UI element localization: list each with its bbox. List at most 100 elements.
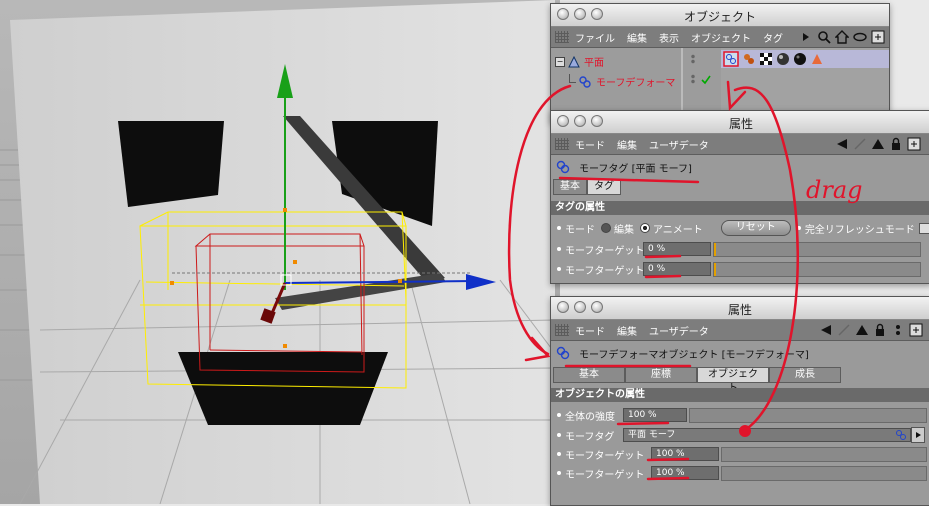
morph-target-2-label: モーフターゲット (565, 265, 645, 277)
tab-growth[interactable]: 成長 (769, 367, 841, 383)
menu-userdata[interactable]: ユーザデータ (649, 323, 709, 338)
strength-field[interactable]: 100 % (623, 408, 687, 422)
attr2-section-head: オブジェクトの属性 (551, 388, 929, 402)
menu-tag[interactable]: タグ (763, 30, 783, 45)
attr2-header: モーフデフォーマオブジェクト [モーフデフォーマ] (579, 349, 809, 361)
attr1-menubar: モード 編集 ユーザデータ (551, 134, 929, 155)
menu-mode[interactable]: モード (575, 137, 605, 152)
settings-icon[interactable] (891, 323, 905, 337)
new-panel-icon[interactable] (909, 323, 923, 337)
menu-edit[interactable]: 編集 (617, 323, 637, 338)
link-icon[interactable] (895, 429, 907, 441)
object-manager-title: オブジェクト (683, 10, 756, 24)
bullet-dot (557, 413, 561, 417)
morph-target-2-slider[interactable] (713, 261, 921, 277)
menu-edit[interactable]: 編集 (617, 137, 637, 152)
reset-button[interactable]: リセット (720, 220, 791, 236)
target-1-slider[interactable] (721, 446, 927, 462)
attr1-tabs: 基本 タグ (551, 179, 929, 195)
target-2-row: モーフターゲット 100 % (551, 465, 929, 481)
mode-edit-label: 編集 (614, 224, 634, 236)
sphere-dark-icon[interactable] (793, 52, 807, 66)
object-manager-window: オブジェクト ファイル 編集 表示 オブジェクト タグ − 平面 モーフデフォー… (550, 3, 890, 123)
search-icon[interactable] (817, 30, 831, 44)
morph-tag-icon[interactable] (723, 51, 739, 67)
bullet-dot (557, 247, 561, 251)
menu-object[interactable]: オブジェクト (691, 30, 751, 45)
strength-slider[interactable] (689, 407, 927, 423)
pen-icon[interactable] (837, 323, 851, 337)
target-2-field[interactable]: 100 % (651, 466, 719, 480)
tree-item-morph-deformer[interactable]: モーフデフォーマ (569, 74, 675, 89)
back-arrow-icon[interactable] (819, 323, 833, 337)
pen-icon[interactable] (853, 137, 867, 151)
target-2-label: モーフターゲット (565, 469, 645, 481)
menu-file[interactable]: ファイル (575, 30, 615, 45)
menu-userdata[interactable]: ユーザデータ (649, 137, 709, 152)
lock-icon[interactable] (873, 323, 887, 337)
target-1-label: モーフターゲット (565, 450, 645, 462)
menu-view[interactable]: 表示 (659, 30, 679, 45)
object-manager-menubar: ファイル 編集 表示 オブジェクト タグ (551, 27, 889, 48)
relax-mode-checkbox[interactable] (918, 222, 929, 234)
mode-animate-radio[interactable] (640, 223, 650, 233)
tab-basic[interactable]: 基本 (553, 179, 587, 195)
tab-tag[interactable]: タグ (587, 179, 621, 195)
mode-animate-label: アニメート (653, 224, 703, 236)
bullet-dot (557, 471, 561, 475)
bullet-dot (557, 267, 561, 271)
morph-target-1-field[interactable]: 0 % (643, 242, 711, 256)
collapse-icon[interactable]: − (555, 56, 565, 67)
material-balls-icon[interactable] (742, 52, 756, 66)
tree-item-plane[interactable]: − 平面 (555, 54, 604, 69)
tab-object[interactable]: オブジェクト (697, 367, 769, 394)
mode-edit-radio[interactable] (601, 223, 611, 233)
visibility-dots-plane[interactable] (691, 54, 695, 64)
attr2-titlebar[interactable]: 属性 (551, 297, 929, 320)
up-arrow-icon[interactable] (871, 137, 885, 151)
arrow-right-icon[interactable] (799, 30, 813, 44)
target-1-field[interactable]: 100 % (651, 447, 719, 461)
sphere-material-icon[interactable] (776, 52, 790, 66)
mode-label: モード (565, 224, 595, 236)
tree-item-morph-deformer-label: モーフデフォーマ (596, 78, 676, 89)
visibility-dots-deformer[interactable] (691, 74, 695, 84)
link-arrow-button[interactable] (911, 427, 925, 443)
tag-row-plane (721, 50, 889, 68)
up-arrow-icon[interactable] (855, 323, 869, 337)
tree-connector (569, 74, 576, 83)
home-icon[interactable] (835, 30, 849, 44)
menu-edit[interactable]: 編集 (627, 30, 647, 45)
attr1-titlebar[interactable]: 属性 (551, 111, 929, 134)
checker-texture-icon[interactable] (759, 52, 773, 66)
grip-icon (555, 324, 569, 336)
morph-target-2-field[interactable]: 0 % (643, 262, 711, 276)
tab-coordinates[interactable]: 座標 (625, 367, 697, 383)
annotation-drag-label: drag (806, 176, 863, 204)
back-arrow-icon[interactable] (835, 137, 849, 151)
slider-handle[interactable] (714, 262, 716, 276)
target-2-slider[interactable] (721, 465, 927, 481)
morph-target-1-slider[interactable] (713, 241, 921, 257)
lock-icon[interactable] (889, 137, 903, 151)
attr1-header-row: モーフタグ [平面 モーフ] (551, 157, 929, 177)
morph-tag-icon (556, 160, 570, 174)
bullet-dot (796, 226, 801, 230)
3d-viewport[interactable] (0, 0, 560, 504)
slider-handle[interactable] (714, 242, 716, 256)
strength-label: 全体の強度 (565, 411, 615, 423)
morph-tag-row: モーフタグ 平面 モーフ (551, 427, 929, 443)
object-manager-titlebar[interactable]: オブジェクト (551, 4, 889, 27)
cone-material-icon[interactable] (810, 52, 824, 66)
bullet-dot (557, 433, 561, 437)
morph-target-2-row: モーフターゲット 0 % (551, 261, 929, 277)
ellipse-icon[interactable] (853, 30, 867, 44)
menu-mode[interactable]: モード (575, 323, 605, 338)
tab-basic[interactable]: 基本 (553, 367, 625, 383)
new-panel-icon[interactable] (907, 137, 921, 151)
checkmark-icon[interactable] (701, 75, 711, 85)
attr2-menubar: モード 編集 ユーザデータ (551, 320, 929, 341)
expand-panel-icon[interactable] (871, 30, 885, 44)
morph-tag-link-field[interactable]: 平面 モーフ (623, 428, 911, 442)
morph-target-1-label: モーフターゲット (565, 245, 645, 257)
